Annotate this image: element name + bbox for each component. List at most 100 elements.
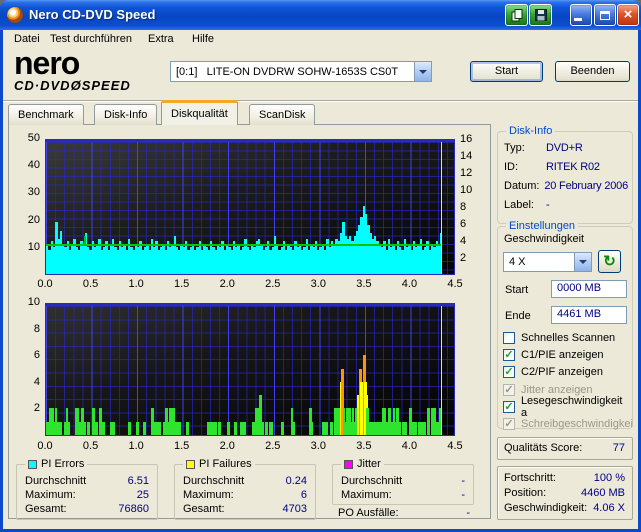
nero-logo: nero CD·DVDØSPEED	[14, 47, 164, 93]
nero-logo-subtitle: CD·DVDØSPEED	[14, 78, 131, 93]
speed-readout-label: Geschwindigkeit:	[504, 502, 588, 514]
tab-diskqualitaet[interactable]: Diskqualität	[161, 100, 238, 125]
checkbox-lesegeschwindigkeit-a[interactable]: ✓ Lesegeschwindigkeit a	[503, 395, 631, 419]
axis-tick-label: 1.5	[174, 440, 190, 452]
window-title: Nero CD-DVD Speed	[29, 7, 156, 22]
pi-errors-chart	[45, 139, 455, 275]
start-mb-field[interactable]: 0000 MB	[551, 280, 627, 298]
axis-tick-label: 2.0	[219, 278, 235, 290]
jitter-panel: Jitter Durchschnitt - Maximum: -	[332, 458, 474, 505]
checkbox-empty[interactable]	[503, 332, 515, 344]
maximize-icon	[600, 10, 610, 20]
checkmark-icon[interactable]: ✓	[503, 400, 515, 413]
disk-info-label: Typ:	[504, 142, 525, 154]
checkbox-schnelles-scannen[interactable]: Schnelles Scannen	[503, 331, 615, 345]
speed-select-value: 4 X	[509, 256, 526, 268]
disk-info-value: DVD+R	[546, 142, 583, 154]
axis-tick-label: 3.0	[310, 278, 326, 290]
refresh-button[interactable]: ↻	[598, 250, 621, 273]
minimize-icon	[574, 18, 582, 21]
start-mb-label: Start	[505, 284, 529, 296]
checkmark-icon[interactable]: ✓	[503, 366, 515, 379]
axis-tick-label: 8	[460, 201, 467, 213]
checkmark-icon: ✓	[503, 418, 515, 430]
menu-hilfe[interactable]: Hilfe	[185, 31, 221, 48]
checkbox-c1-pie-anzeigen[interactable]: ✓ C1/PIE anzeigen	[503, 348, 604, 362]
close-icon: ×	[623, 6, 633, 23]
tab-disk-info[interactable]: Disk-Info	[94, 104, 158, 125]
checkbox-c2-pif-anzeigen[interactable]: ✓ C2/PIF anzeigen	[503, 365, 603, 379]
minimize-button[interactable]	[570, 4, 592, 26]
checkbox-label: Schnelles Scannen	[521, 332, 616, 344]
stat-value: 6.51	[127, 475, 149, 487]
disk-info-value: -	[546, 199, 550, 211]
jitter-title: Jitter	[357, 458, 381, 470]
axis-tick-label: 0.0	[37, 278, 53, 290]
axis-tick-label: 10	[27, 296, 40, 308]
chevron-down-icon[interactable]	[414, 62, 431, 81]
axis-tick-label: 6	[460, 218, 467, 230]
axis-tick-label: 0.5	[82, 278, 99, 290]
drive-select[interactable]: [0:1] LITE-ON DVDRW SOHW-1653S CS0T	[170, 61, 432, 82]
pi-failures-legend: PI Failures	[183, 458, 255, 470]
scan-cursor	[440, 306, 442, 435]
quality-score-label: Qualitäts Score:	[504, 442, 583, 454]
quality-score-value: 77	[612, 442, 625, 454]
copy-button[interactable]	[505, 4, 528, 26]
pi-errors-swatch	[28, 459, 37, 469]
axis-tick-label: 1.0	[128, 278, 144, 290]
copy-icon	[511, 9, 522, 22]
checkbox-label: C1/PIE anzeigen	[521, 349, 604, 362]
tab-benchmark[interactable]: Benchmark	[8, 104, 84, 125]
axis-tick-label: 4.5	[447, 440, 463, 452]
stat-label: Gesamt:	[25, 503, 67, 515]
menu-extra[interactable]: Extra	[141, 31, 181, 48]
disk-info-label: Label:	[504, 199, 534, 211]
quit-button[interactable]: Beenden	[555, 61, 630, 82]
start-button[interactable]: Start	[470, 61, 543, 82]
axis-tick-label: 1.5	[174, 278, 190, 290]
pi-failures-swatch	[186, 459, 195, 469]
axis-tick-label: 3.5	[356, 278, 372, 290]
axis-tick-label: 3.5	[356, 440, 372, 452]
axis-tick-label: 3.0	[310, 440, 326, 452]
save-button[interactable]	[529, 4, 552, 26]
checkmark-icon[interactable]: ✓	[503, 349, 515, 362]
axis-tick-label: 0.0	[37, 440, 53, 452]
stat-label: Maximum:	[25, 489, 76, 501]
checkbox-label: Schreibgeschwindigkei	[521, 418, 633, 430]
pi-failures-title: PI Failures	[199, 458, 252, 470]
axis-tick-label: 2	[460, 252, 467, 264]
header-separator	[3, 100, 638, 102]
axis-tick-label: 12	[460, 167, 473, 179]
stat-value: 76860	[118, 503, 149, 515]
disk-info-value: 20 February 2006	[544, 180, 628, 192]
disk-info-label: Datum:	[504, 180, 540, 192]
title-bar[interactable]: Nero CD-DVD Speed ×	[0, 0, 641, 30]
position-value: 4460 MB	[580, 487, 625, 499]
disk-info-caption: Disk-Info	[506, 125, 556, 137]
axis-tick-label: 2.5	[265, 278, 281, 290]
position-label: Position:	[504, 487, 547, 499]
refresh-icon: ↻	[603, 253, 616, 270]
checkmark-icon: ✓	[503, 383, 515, 396]
end-mb-field[interactable]: 4461 MB	[551, 306, 627, 324]
close-button[interactable]: ×	[617, 4, 639, 26]
stat-label: Durchschnitt	[341, 475, 403, 487]
drive-select-value: [0:1] LITE-ON DVDRW SOHW-1653S CS0T	[176, 65, 399, 78]
jitter-legend: Jitter	[341, 458, 384, 470]
maximize-button[interactable]	[594, 4, 616, 26]
pi-failures-panel: PI Failures Durchschnitt 0.24 Maximum: 6 G…	[174, 458, 316, 520]
speed-select[interactable]: 4 X	[503, 252, 592, 272]
checkbox-label: Jitter anzeigen	[521, 383, 593, 396]
axis-tick-label: 4.0	[401, 278, 418, 290]
disk-info-label: ID:	[504, 161, 519, 173]
axis-tick-label: 2.0	[219, 440, 235, 452]
po-failures-value: -	[466, 507, 470, 519]
axis-tick-label: 4	[460, 235, 467, 247]
progress-value: 100 %	[593, 472, 625, 484]
chevron-down-icon[interactable]	[574, 253, 591, 271]
speed-spike	[84, 235, 87, 244]
axis-tick-label: 8	[33, 322, 40, 335]
tab-scandisk[interactable]: ScanDisk	[249, 104, 316, 125]
